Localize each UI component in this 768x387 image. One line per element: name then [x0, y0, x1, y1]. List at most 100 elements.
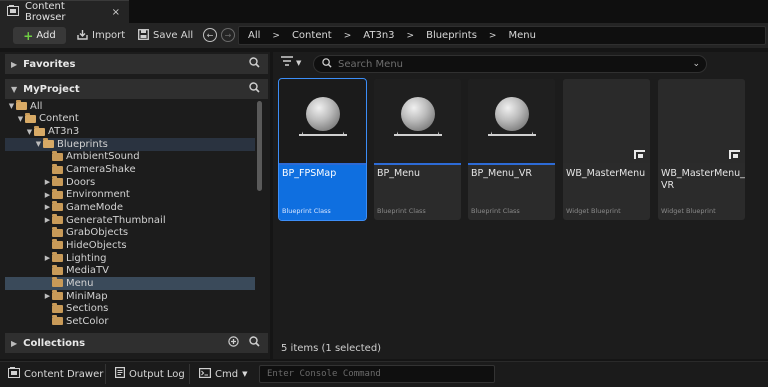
breadcrumb-item[interactable]: Menu	[508, 30, 535, 41]
tree-item[interactable]: SetColor	[5, 315, 255, 328]
tree-item-label: AT3n3	[48, 126, 80, 138]
tree-item[interactable]: ▶ Doors	[5, 176, 255, 189]
tree-item[interactable]: ▶ GameMode	[5, 201, 255, 214]
tree-item[interactable]: CameraShake	[5, 163, 255, 176]
filter-button[interactable]: ▼	[281, 56, 301, 69]
chevron-down-icon[interactable]: ▼	[16, 115, 25, 123]
folder-icon	[52, 302, 63, 313]
chevron-down-icon: ▼	[296, 58, 302, 67]
tree-item[interactable]: GrabObjects	[5, 226, 255, 240]
tree-scrollbar[interactable]	[257, 101, 262, 191]
tree-item[interactable]: ▶ MiniMap	[5, 290, 255, 303]
folder-icon	[16, 100, 27, 111]
chevron-right-icon[interactable]: ▶	[43, 292, 52, 300]
tree-item[interactable]: ▼ AT3n3	[5, 125, 255, 138]
folder-icon	[52, 290, 63, 301]
chevron-right-icon[interactable]: ▶	[43, 203, 52, 211]
import-button[interactable]: Import	[77, 27, 125, 44]
breadcrumb-separator-icon: >	[272, 30, 280, 41]
chevron-right-icon[interactable]: ▶	[43, 216, 52, 224]
asset-name: WB_MasterMenu_ VR	[661, 168, 745, 191]
chevron-down-icon[interactable]: ▼	[25, 128, 34, 136]
tree-item[interactable]: ▶ GenerateThumbnail	[5, 214, 255, 227]
collections-section-header[interactable]: ▶ Collections	[5, 333, 268, 353]
tree-item[interactable]: ▼ Content	[5, 112, 255, 126]
tree-item-label: Content	[39, 113, 79, 125]
chevron-right-icon[interactable]: ▶	[43, 191, 52, 199]
cmd-label: Cmd	[215, 368, 239, 380]
pedestal-base-icon	[299, 134, 347, 136]
history-back-icon[interactable]: ←	[203, 28, 217, 42]
blueprint-sphere-icon	[495, 97, 529, 131]
favorites-section-header[interactable]: ▶ Favorites	[5, 54, 268, 74]
tab-content-browser[interactable]: Content Browser ×	[0, 0, 129, 23]
tree-item-label: Sections	[66, 303, 109, 315]
search-icon[interactable]	[249, 82, 260, 96]
chevron-right-icon[interactable]: ▶	[43, 178, 52, 186]
breadcrumb-item[interactable]: Blueprints	[426, 30, 477, 41]
tree-item[interactable]: ▼ All	[5, 100, 255, 113]
history-forward-icon[interactable]: →	[221, 28, 235, 42]
asset-tile[interactable]: BP_FPSMap Blueprint Class	[278, 78, 367, 221]
chevron-right-icon[interactable]: ▶	[43, 254, 52, 262]
chevron-down-icon[interactable]: ⌄	[692, 59, 700, 69]
blueprint-sphere-icon	[401, 97, 435, 131]
search-placeholder: Search Menu	[338, 58, 403, 70]
folder-icon	[43, 138, 54, 149]
folder-icon	[52, 201, 63, 212]
terminal-icon	[199, 367, 212, 381]
cmd-dropdown[interactable]: Cmd ▼	[199, 366, 247, 382]
save-all-button[interactable]: Save All	[138, 27, 193, 44]
folder-icon	[34, 125, 45, 136]
asset-thumbnail	[374, 79, 461, 163]
asset-type-color-band	[468, 163, 555, 165]
chevron-down-icon[interactable]: ▼	[34, 140, 43, 148]
project-section-header[interactable]: ▼ MyProject	[5, 79, 268, 99]
tree-item-label: GameMode	[66, 201, 124, 213]
asset-tile[interactable]: WB_MasterMenu_ VR Widget Blueprint	[658, 79, 745, 220]
asset-thumbnail	[563, 79, 650, 163]
tree-item[interactable]: MediaTV	[5, 264, 255, 277]
asset-name: BP_FPSMap	[282, 168, 337, 179]
breadcrumb-item[interactable]: AT3n3	[363, 30, 394, 41]
save-all-label: Save All	[153, 30, 194, 41]
asset-type-color-band	[374, 163, 461, 165]
asset-name: WB_MasterMenu	[566, 168, 646, 179]
tree-item[interactable]: ▶ Lighting	[5, 252, 255, 265]
items-count: 5 items (1 selected)	[281, 343, 382, 354]
breadcrumb-item[interactable]: All	[248, 30, 260, 41]
tree-item[interactable]: AmbientSound	[5, 150, 255, 164]
asset-type: Blueprint Class	[377, 207, 426, 215]
tree-item[interactable]: ▼ Blueprints	[5, 137, 255, 151]
search-icon[interactable]	[249, 336, 260, 350]
add-collection-icon[interactable]	[228, 336, 239, 350]
favorites-label: Favorites	[23, 58, 76, 70]
console-input[interactable]: Enter Console Command	[259, 365, 495, 383]
asset-tile[interactable]: BP_Menu Blueprint Class	[374, 79, 461, 220]
chevron-down-icon: ▼	[11, 84, 18, 94]
tree-item[interactable]: Sections	[5, 302, 255, 315]
folder-icon	[52, 163, 63, 174]
asset-tile[interactable]: WB_MasterMenu Widget Blueprint	[563, 79, 650, 220]
tree-item[interactable]: ▶ Environment	[5, 188, 255, 202]
import-label: Import	[92, 30, 126, 41]
breadcrumb-separator-icon: >	[488, 30, 497, 41]
output-log-button[interactable]: Output Log	[115, 366, 185, 382]
add-button[interactable]: + Add	[13, 27, 66, 44]
folder-icon	[52, 188, 63, 199]
breadcrumb-item[interactable]: Content	[292, 30, 332, 41]
asset-tile[interactable]: BP_Menu_VR Blueprint Class	[468, 79, 555, 220]
tree-item[interactable]: Menu	[5, 277, 255, 290]
asset-thumbnail	[279, 79, 366, 163]
widget-blueprint-icon	[634, 150, 645, 159]
search-icon[interactable]	[249, 57, 260, 71]
content-drawer-button[interactable]: Content Drawer	[8, 366, 103, 382]
tree-item-label: GenerateThumbnail	[66, 214, 166, 226]
chevron-down-icon: ▼	[242, 370, 248, 378]
tree-item-label: Doors	[66, 176, 96, 188]
close-icon[interactable]: ×	[112, 7, 120, 18]
tree-item-label: MediaTV	[66, 265, 109, 277]
search-input[interactable]: Search Menu ⌄	[313, 55, 707, 73]
chevron-down-icon[interactable]: ▼	[7, 102, 16, 110]
tree-item[interactable]: HideObjects	[5, 239, 255, 252]
